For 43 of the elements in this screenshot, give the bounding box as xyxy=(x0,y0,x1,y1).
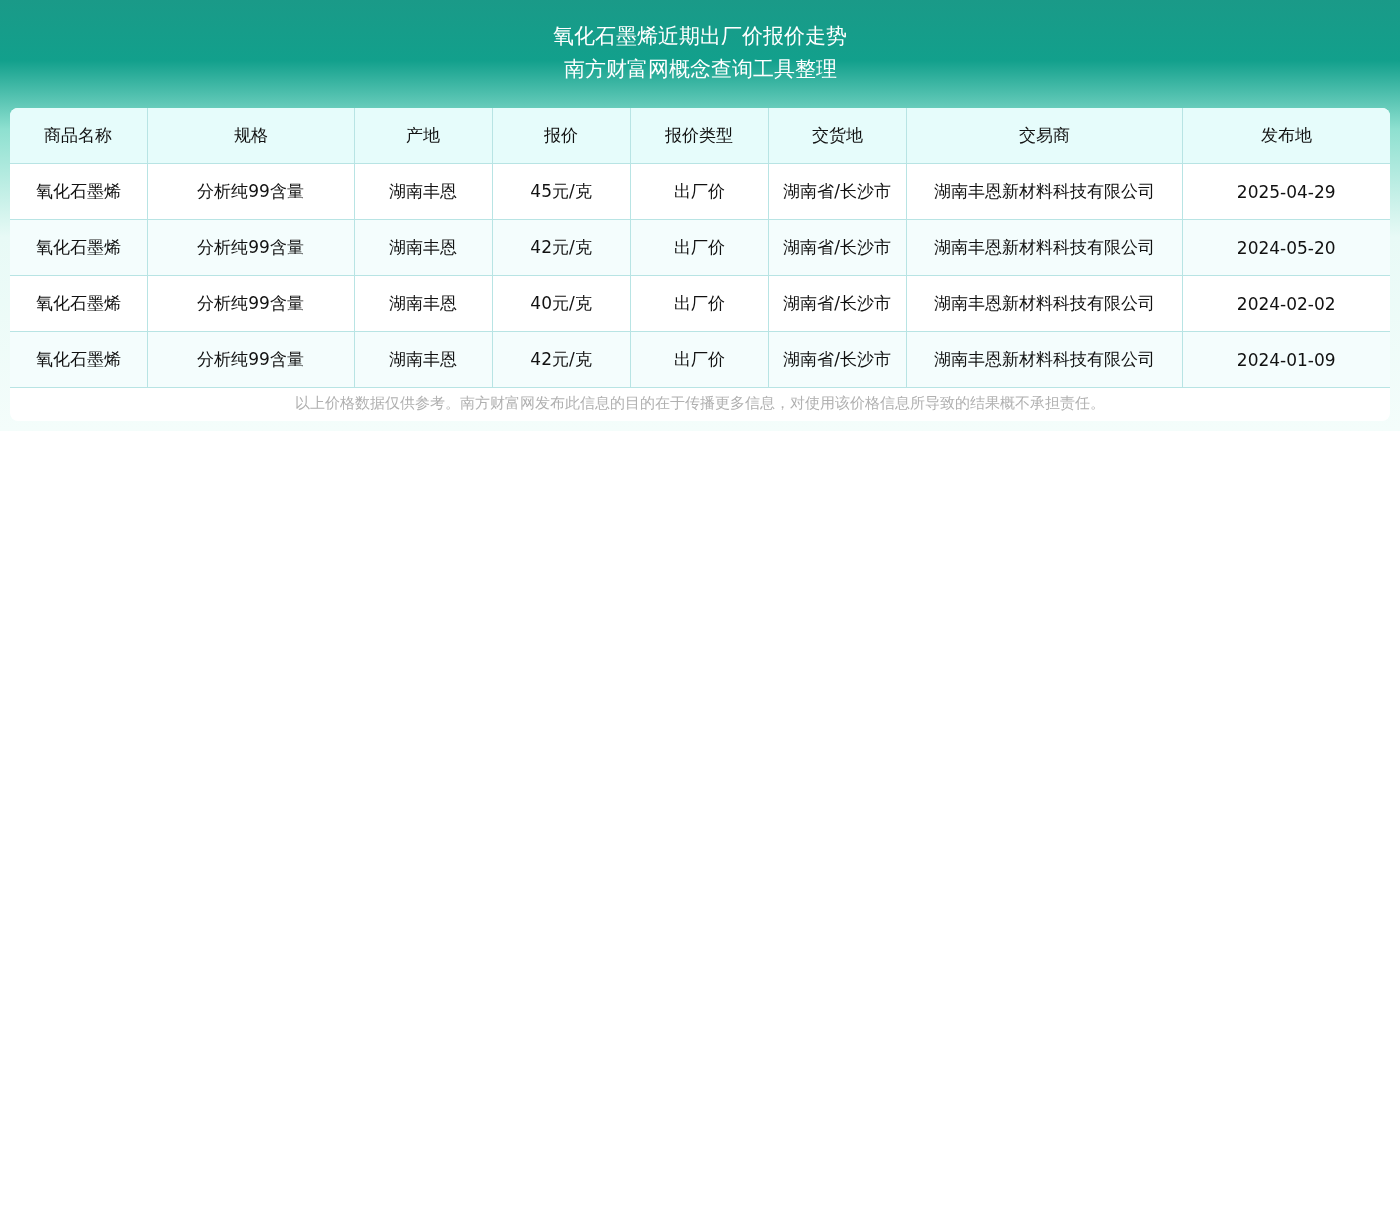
page-subtitle: 南方财富网概念查询工具整理 xyxy=(562,56,838,83)
table-cell: 2025-04-29 xyxy=(1182,163,1390,220)
table-cell: 湖南省/长沙市 xyxy=(768,163,906,220)
column-header: 规格 xyxy=(147,108,354,164)
table-cell: 40元/克 xyxy=(492,275,630,332)
table-cell: 湖南省/长沙市 xyxy=(768,219,906,276)
table-cell: 湖南丰恩 xyxy=(354,275,492,332)
table-cell: 湖南丰恩新材料科技有限公司 xyxy=(906,275,1182,332)
column-header: 交易商 xyxy=(906,108,1182,164)
column-header: 商品名称 xyxy=(10,108,147,164)
table-cell: 氧化石墨烯 xyxy=(10,163,147,220)
table-cell: 2024-02-02 xyxy=(1182,275,1390,332)
table-cell: 湖南省/长沙市 xyxy=(768,275,906,332)
column-header: 发布地 xyxy=(1182,108,1390,164)
table-cell: 2024-01-09 xyxy=(1182,331,1390,388)
page-title: 氧化石墨烯近期出厂价报价走势 xyxy=(552,23,848,50)
table-cell: 45元/克 xyxy=(492,163,630,220)
table-cell: 分析纯99含量 xyxy=(147,331,354,388)
table-cell: 湖南丰恩 xyxy=(354,163,492,220)
table-cell: 氧化石墨烯 xyxy=(10,219,147,276)
column-header: 报价类型 xyxy=(630,108,768,164)
table-cell: 分析纯99含量 xyxy=(147,275,354,332)
table-cell: 42元/克 xyxy=(492,331,630,388)
table-cell: 出厂价 xyxy=(630,275,768,332)
column-header: 产地 xyxy=(354,108,492,164)
table-cell: 湖南丰恩 xyxy=(354,331,492,388)
table-cell: 湖南丰恩新材料科技有限公司 xyxy=(906,163,1182,220)
table-cell: 氧化石墨烯 xyxy=(10,331,147,388)
column-header: 交货地 xyxy=(768,108,906,164)
table-cell: 分析纯99含量 xyxy=(147,219,354,276)
table-cell: 湖南省/长沙市 xyxy=(768,331,906,388)
table-cell: 湖南丰恩 xyxy=(354,219,492,276)
table-cell: 湖南丰恩新材料科技有限公司 xyxy=(906,331,1182,388)
table-cell: 湖南丰恩新材料科技有限公司 xyxy=(906,219,1182,276)
table-cell: 出厂价 xyxy=(630,219,768,276)
table-cell: 出厂价 xyxy=(630,331,768,388)
disclaimer-text: 以上价格数据仅供参考。南方财富网发布此信息的目的在于传播更多信息，对使用该价格信息所导致的结果概不承担责任。 xyxy=(294,393,1106,413)
table-cell: 氧化石墨烯 xyxy=(10,275,147,332)
table-cell: 42元/克 xyxy=(492,219,630,276)
table-cell: 出厂价 xyxy=(630,163,768,220)
column-header: 报价 xyxy=(492,108,630,164)
table-cell: 分析纯99含量 xyxy=(147,163,354,220)
table-cell: 2024-05-20 xyxy=(1182,219,1390,276)
